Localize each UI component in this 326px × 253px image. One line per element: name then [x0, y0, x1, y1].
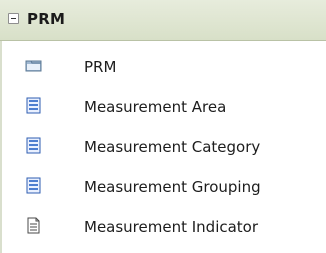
- tree-item-measurement-indicator[interactable]: Measurement Indicator: [0, 210, 326, 250]
- tree-item-measurement-grouping[interactable]: Measurement Grouping: [0, 170, 326, 210]
- tree-item-measurement-area[interactable]: Measurement Area: [0, 90, 326, 130]
- list-icon: [26, 137, 41, 154]
- tree-item-prm[interactable]: PRM: [0, 50, 326, 90]
- tree-panel: PRM PRM Measurement Area Measurement Cat…: [0, 0, 326, 253]
- tree-item-label: Measurement Grouping: [84, 178, 261, 196]
- list-icon: [26, 177, 41, 194]
- folder-icon: [25, 60, 42, 72]
- tree-item-label: Measurement Category: [84, 138, 261, 156]
- collapse-icon[interactable]: [8, 13, 19, 24]
- section-header[interactable]: PRM: [0, 0, 326, 41]
- list-icon: [26, 97, 41, 114]
- section-title: PRM: [27, 10, 66, 28]
- document-icon: [27, 217, 40, 234]
- tree-item-label: PRM: [84, 58, 117, 76]
- tree-item-measurement-category[interactable]: Measurement Category: [0, 130, 326, 170]
- tree-item-label: Measurement Indicator: [84, 218, 259, 236]
- tree-item-label: Measurement Area: [84, 98, 227, 116]
- tree-items: PRM Measurement Area Measurement Categor…: [0, 50, 326, 250]
